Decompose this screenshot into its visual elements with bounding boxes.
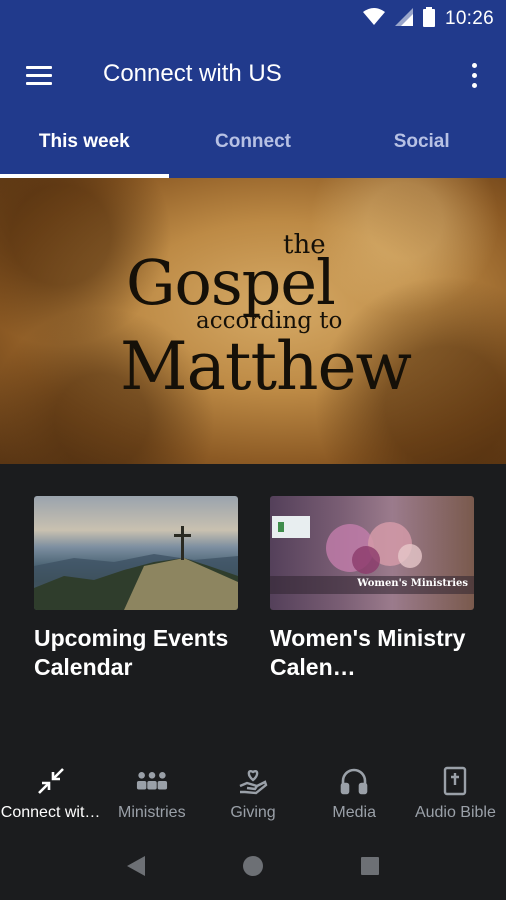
nav-ministries[interactable]: Ministries: [101, 758, 202, 836]
tab-connect[interactable]: Connect: [169, 110, 338, 178]
nav-connect-with-us[interactable]: Connect wit…: [0, 758, 101, 836]
nav-label: Ministries: [118, 804, 186, 821]
nav-audio-bible[interactable]: Audio Bible: [405, 758, 506, 836]
events-calendar-card[interactable]: Upcoming Events Calendar: [34, 496, 238, 682]
status-time: 10:26: [444, 8, 494, 29]
tab-this-week[interactable]: This week: [0, 110, 169, 178]
app-bar: Connect with US: [0, 38, 506, 110]
system-navigation-bar: [0, 836, 506, 900]
back-icon[interactable]: [126, 855, 146, 882]
app-screen: 10:26 Connect with US This week Connect …: [0, 0, 506, 900]
womens-ministry-card[interactable]: Women's Ministries Women's Ministry Cale…: [270, 496, 474, 682]
hamburger-menu-icon[interactable]: [20, 58, 58, 92]
group-icon: [136, 766, 168, 796]
bottom-navigation: Connect wit… Ministries Giving Media Aud…: [0, 758, 506, 836]
card-title: Women's Ministry Calen…: [270, 625, 466, 680]
tab-social[interactable]: Social: [337, 110, 506, 178]
mountain-cross-image: [34, 496, 238, 610]
nav-giving[interactable]: Giving: [202, 758, 303, 836]
page-title: Connect with US: [103, 60, 282, 87]
nav-label: Giving: [230, 804, 276, 821]
headphones-icon: [338, 766, 370, 796]
nav-label: Media: [332, 804, 376, 821]
bible-icon: [439, 766, 471, 796]
wifi-icon: [362, 7, 385, 31]
battery-icon: [422, 6, 435, 32]
nav-label: Connect wit…: [0, 804, 101, 821]
overflow-menu-icon[interactable]: [462, 60, 486, 90]
recents-icon[interactable]: [360, 856, 380, 881]
banner-line-matthew: Matthew: [120, 328, 412, 405]
gospel-matthew-banner-image: the Gospel according to Matthew: [0, 178, 506, 464]
signal-icon: [394, 7, 413, 31]
tab-bar: This week Connect Social: [0, 110, 506, 178]
womens-ministries-image: Women's Ministries: [270, 496, 474, 610]
collapse-arrows-icon: [35, 766, 67, 796]
status-bar: 10:26: [0, 0, 506, 38]
nav-label: Audio Bible: [414, 804, 496, 821]
featured-banner[interactable]: the Gospel according to Matthew: [0, 178, 506, 464]
nav-media[interactable]: Media: [304, 758, 405, 836]
hand-heart-icon: [237, 766, 269, 796]
card-title: Upcoming Events Calendar: [34, 625, 229, 680]
home-icon[interactable]: [242, 855, 264, 882]
thumb-caption: Women's Ministries: [357, 578, 468, 589]
